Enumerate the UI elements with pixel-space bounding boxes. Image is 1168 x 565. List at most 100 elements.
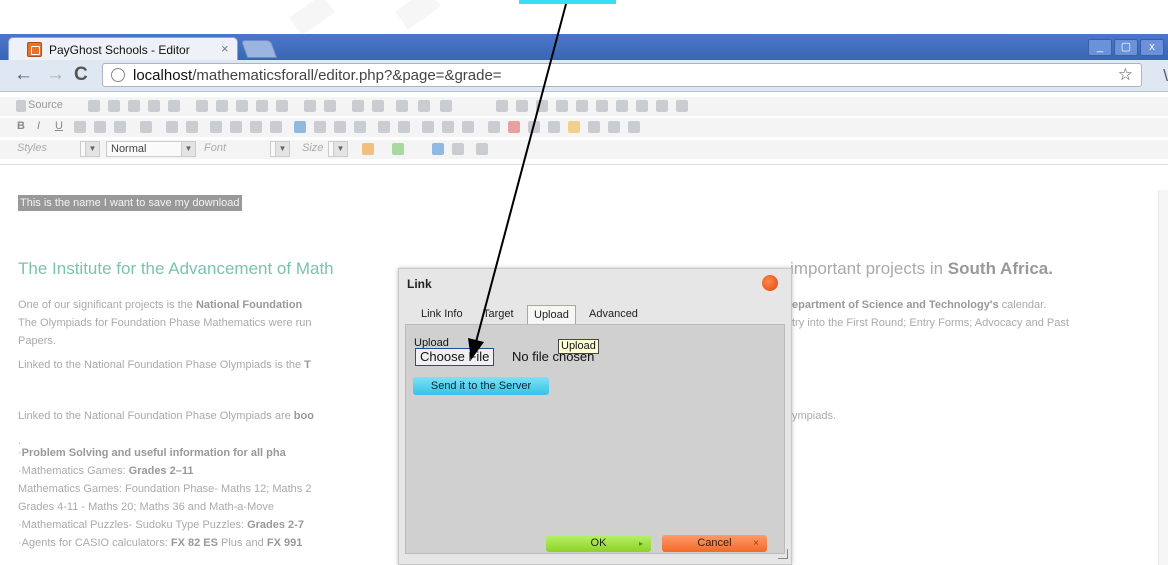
paste-icon[interactable]	[236, 100, 248, 112]
strike-icon[interactable]	[74, 121, 86, 133]
globe-icon	[111, 68, 125, 82]
copy-icon[interactable]	[216, 100, 228, 112]
font-dropdown[interactable]: ▼	[270, 141, 290, 157]
paste-text-icon[interactable]	[256, 100, 268, 112]
vertical-scrollbar[interactable]	[1158, 190, 1168, 565]
line-text: .	[18, 435, 22, 447]
special-char-icon[interactable]	[588, 121, 600, 133]
anchor-icon[interactable]	[462, 121, 474, 133]
iframe-icon[interactable]	[628, 121, 640, 133]
page-break-icon[interactable]	[608, 121, 620, 133]
send-to-server-button[interactable]: Send it to the Server	[413, 377, 549, 395]
wrench-menu-icon[interactable]: \	[1163, 66, 1168, 86]
unlink-icon[interactable]	[442, 121, 454, 133]
resize-grip-icon[interactable]	[778, 549, 788, 559]
numbered-list-icon[interactable]	[166, 121, 178, 133]
cut-icon[interactable]	[196, 100, 208, 112]
templates-icon[interactable]	[168, 100, 180, 112]
maximize-button[interactable]: ▢	[1114, 39, 1138, 56]
window-close-button[interactable]: x	[1140, 39, 1164, 56]
source-button[interactable]: Source	[28, 99, 63, 111]
dialog-tabs: Link Info Target Upload Advanced	[405, 305, 785, 325]
reload-button[interactable]: C	[74, 64, 88, 86]
source-icon[interactable]	[16, 100, 26, 112]
tab-link-info[interactable]: Link Info	[415, 305, 469, 325]
back-button[interactable]: ←	[14, 64, 33, 86]
find-icon[interactable]	[352, 100, 364, 112]
tab-target[interactable]: Target	[477, 305, 520, 325]
spellcheck-icon[interactable]	[418, 100, 430, 112]
new-tab-button[interactable]	[240, 40, 278, 58]
align-center-icon[interactable]	[314, 121, 326, 133]
smiley-icon[interactable]	[568, 121, 580, 133]
preview-icon[interactable]	[128, 100, 140, 112]
background-color-icon[interactable]	[392, 143, 404, 155]
text-color-icon[interactable]	[362, 143, 374, 155]
size-dropdown[interactable]: ▼	[328, 141, 348, 157]
save-icon[interactable]	[88, 100, 100, 112]
browser-tab[interactable]: PayGhost Schools - Editor ×	[8, 37, 238, 61]
choose-file-button[interactable]: Choose File	[415, 348, 495, 366]
ltr-icon[interactable]	[378, 121, 390, 133]
superscript-icon[interactable]	[114, 121, 126, 133]
blockquote-icon[interactable]	[250, 121, 262, 133]
close-tab-icon[interactable]: ×	[221, 41, 229, 56]
screenshot: { "browser": { "tab_title": "PayGhost Sc…	[0, 0, 1168, 565]
minimize-button[interactable]: _	[1088, 39, 1112, 56]
select-all-icon[interactable]	[396, 100, 408, 112]
line-text: One of our significant projects is the	[18, 299, 196, 311]
image-icon[interactable]	[488, 121, 500, 133]
replace-icon[interactable]	[372, 100, 384, 112]
checkbox-icon[interactable]	[516, 100, 528, 112]
paragraph-line-right: try into the First Round; Entry Forms; A…	[792, 317, 1069, 329]
paste-word-icon[interactable]	[276, 100, 288, 112]
tab-advanced[interactable]: Advanced	[583, 305, 644, 325]
outdent-icon[interactable]	[210, 121, 222, 133]
div-icon[interactable]	[270, 121, 282, 133]
remove-format-icon[interactable]	[140, 121, 152, 133]
forward-button[interactable]: →	[46, 64, 65, 86]
about-icon[interactable]	[476, 143, 488, 155]
tab-upload[interactable]: Upload	[527, 305, 576, 325]
spellcheck-as-you-type-icon[interactable]	[440, 100, 452, 112]
imagebutton-icon[interactable]	[636, 100, 648, 112]
bold-icon[interactable]: B	[17, 120, 25, 132]
ok-button[interactable]: OK ▸	[546, 535, 651, 552]
button-field-icon[interactable]	[616, 100, 628, 112]
flash-object-icon[interactable]	[508, 121, 520, 133]
dialog-close-icon[interactable]	[762, 275, 778, 291]
cancel-x-icon: ×	[753, 538, 759, 549]
textfield-icon[interactable]	[556, 100, 568, 112]
new-page-icon[interactable]	[108, 100, 120, 112]
redo-icon[interactable]	[324, 100, 336, 112]
align-right-icon[interactable]	[334, 121, 346, 133]
table-icon[interactable]	[528, 121, 540, 133]
underline-icon[interactable]: U	[55, 120, 63, 132]
subscript-icon[interactable]	[94, 121, 106, 133]
select-field-icon[interactable]	[596, 100, 608, 112]
indent-icon[interactable]	[230, 121, 242, 133]
url-bar[interactable]: localhost/mathematicsforall/editor.php?&…	[102, 63, 1142, 87]
horizontal-rule-icon[interactable]	[548, 121, 560, 133]
show-blocks-icon[interactable]	[452, 143, 464, 155]
rtl-icon[interactable]	[398, 121, 410, 133]
format-dropdown[interactable]: Normal ▼	[106, 141, 196, 157]
styles-dropdown[interactable]: ▼	[80, 141, 100, 157]
align-left-icon[interactable]	[294, 121, 306, 133]
cancel-button[interactable]: Cancel ×	[662, 535, 767, 552]
bookmark-star-icon[interactable]: ☆	[1118, 65, 1133, 85]
line-text: ·Mathematics Games:	[18, 465, 129, 477]
flash-icon[interactable]	[676, 100, 688, 112]
italic-icon[interactable]: I	[37, 120, 40, 132]
form-icon[interactable]	[496, 100, 508, 112]
ok-label: OK	[590, 537, 607, 549]
textarea-icon[interactable]	[576, 100, 588, 112]
bulleted-list-icon[interactable]	[186, 121, 198, 133]
radio-icon[interactable]	[536, 100, 548, 112]
undo-icon[interactable]	[304, 100, 316, 112]
print-icon[interactable]	[148, 100, 160, 112]
justify-icon[interactable]	[354, 121, 366, 133]
hidden-field-icon[interactable]	[656, 100, 668, 112]
maximize-icon[interactable]	[432, 143, 444, 155]
link-icon[interactable]	[422, 121, 434, 133]
